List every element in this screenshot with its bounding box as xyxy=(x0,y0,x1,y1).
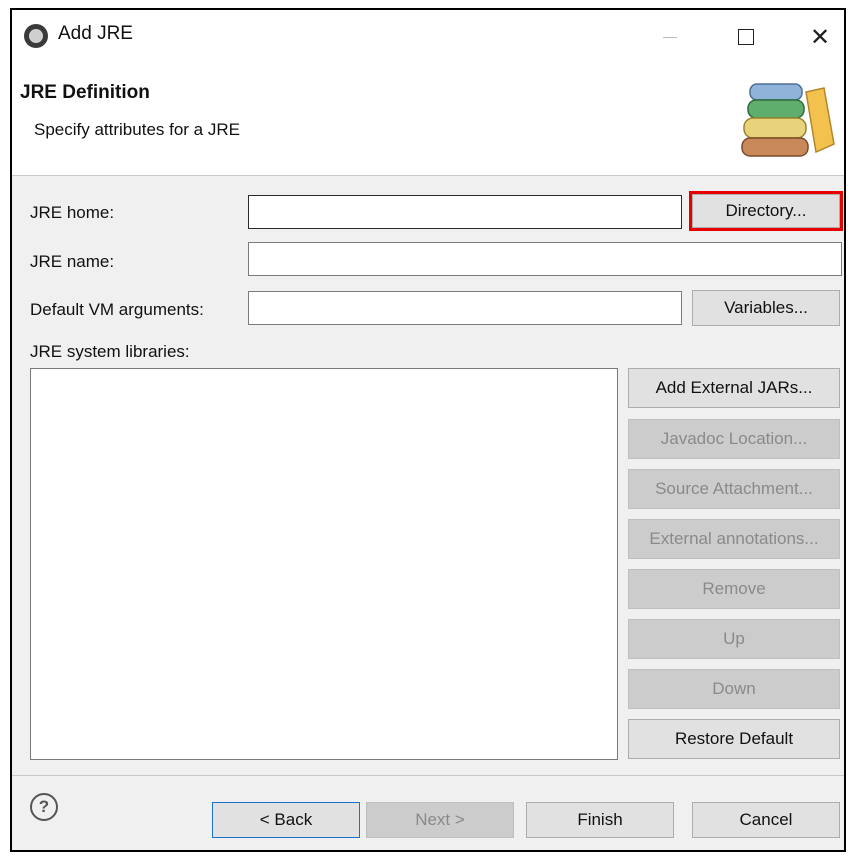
vm-arguments-label: Default VM arguments: xyxy=(30,300,204,319)
vm-arguments-input[interactable] xyxy=(248,291,682,325)
jre-name-input[interactable] xyxy=(248,242,842,276)
jre-books-icon xyxy=(741,83,835,157)
jre-home-input[interactable] xyxy=(248,195,682,229)
remove-button[interactable]: Remove xyxy=(628,569,840,609)
add-external-jars-button[interactable]: Add External JARs... xyxy=(628,368,840,408)
footer-separator xyxy=(12,775,844,776)
title-bar: Add JRE ✕ xyxy=(12,10,844,60)
jre-system-libraries-list[interactable] xyxy=(30,368,618,760)
source-attachment-button[interactable]: Source Attachment... xyxy=(628,469,840,509)
variables-button[interactable]: Variables... xyxy=(692,290,840,326)
javadoc-location-button[interactable]: Javadoc Location... xyxy=(628,419,840,459)
directory-button[interactable]: Directory... xyxy=(689,191,843,231)
page-subtitle: Specify attributes for a JRE xyxy=(34,120,240,139)
jre-name-label: JRE name: xyxy=(30,252,115,271)
up-button[interactable]: Up xyxy=(628,619,840,659)
jre-system-libraries-label: JRE system libraries: xyxy=(30,342,190,361)
jre-home-label: JRE home: xyxy=(30,203,115,222)
wizard-header: JRE Definition Specify attributes for a … xyxy=(12,60,844,176)
eclipse-app-icon xyxy=(24,24,48,48)
next-button[interactable]: Next > xyxy=(366,802,514,838)
maximize-button[interactable] xyxy=(722,20,770,54)
down-button[interactable]: Down xyxy=(628,669,840,709)
minimize-button[interactable] xyxy=(646,20,694,54)
external-annotations-button[interactable]: External annotations... xyxy=(628,519,840,559)
restore-default-button[interactable]: Restore Default xyxy=(628,719,840,759)
minimize-icon xyxy=(663,36,677,38)
finish-button[interactable]: Finish xyxy=(526,802,674,838)
window-title: Add JRE xyxy=(58,23,133,44)
add-jre-dialog: Add JRE ✕ JRE Definition Specify attribu… xyxy=(10,8,846,852)
close-button[interactable]: ✕ xyxy=(796,20,844,54)
help-icon[interactable]: ? xyxy=(30,793,58,821)
cancel-button[interactable]: Cancel xyxy=(692,802,840,838)
page-title: JRE Definition xyxy=(20,82,150,103)
close-icon: ✕ xyxy=(809,23,831,51)
maximize-icon xyxy=(738,29,754,45)
back-button[interactable]: < Back xyxy=(212,802,360,838)
